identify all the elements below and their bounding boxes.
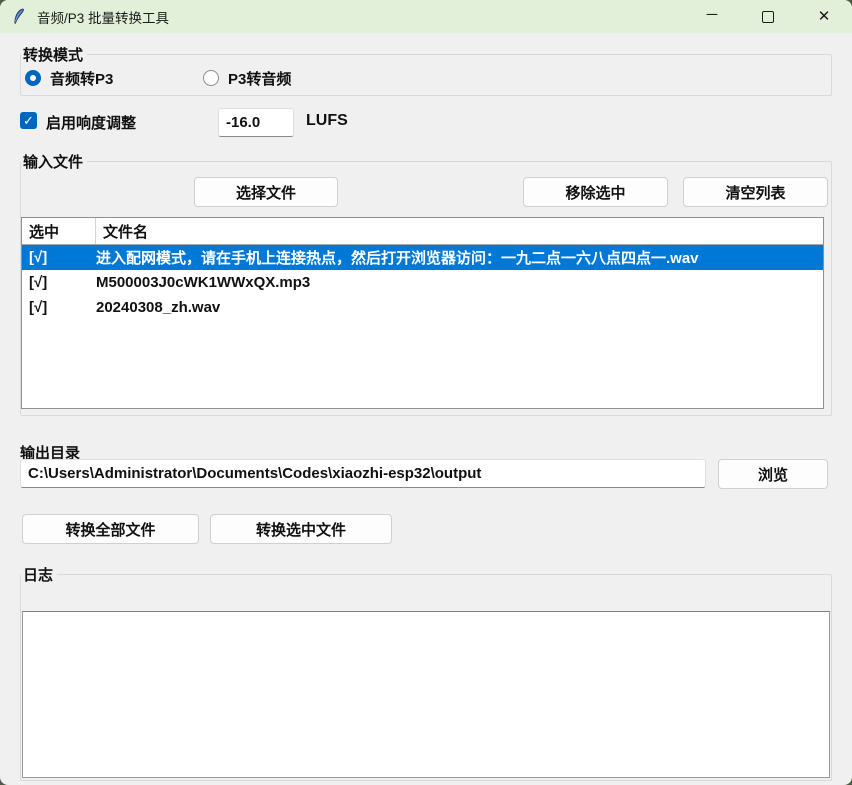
file-name-cell: 进入配网模式，请在手机上连接热点，然后打开浏览器访问：一九二点一六八点四点一.w… bbox=[96, 247, 823, 268]
column-header-checked[interactable]: 选中 bbox=[22, 218, 96, 244]
browse-button[interactable]: 浏览 bbox=[718, 459, 828, 489]
file-checked-cell: [√] bbox=[22, 274, 96, 291]
close-button[interactable]: ✕ bbox=[796, 0, 852, 33]
radio-unselected-icon bbox=[203, 70, 219, 86]
minimize-icon: ─ bbox=[707, 7, 718, 22]
app-window: 音频/P3 批量转换工具 ─ ✕ 转换模式 音频转P3 P3转音频 ✓ 启用响度… bbox=[0, 0, 852, 785]
output-dir-input[interactable] bbox=[20, 459, 706, 488]
file-row[interactable]: [√] 进入配网模式，请在手机上连接热点，然后打开浏览器访问：一九二点一六八点四… bbox=[22, 245, 823, 270]
tk-feather-icon bbox=[11, 8, 28, 25]
remove-selected-button[interactable]: 移除选中 bbox=[523, 177, 668, 207]
select-files-button[interactable]: 选择文件 bbox=[194, 177, 338, 207]
file-list-table: 选中 文件名 [√] 进入配网模式，请在手机上连接热点，然后打开浏览器访问：一九… bbox=[21, 217, 824, 409]
title-bar: 音频/P3 批量转换工具 ─ ✕ bbox=[0, 0, 852, 33]
minimize-button[interactable]: ─ bbox=[684, 0, 740, 33]
file-row[interactable]: [√] 20240308_zh.wav bbox=[22, 295, 823, 320]
convert-selected-button[interactable]: 转换选中文件 bbox=[210, 514, 392, 544]
lufs-input[interactable] bbox=[218, 108, 294, 137]
check-icon: ✓ bbox=[23, 113, 34, 129]
file-checked-cell: [√] bbox=[22, 299, 96, 316]
radio-p3-to-audio[interactable]: P3转音频 bbox=[203, 69, 291, 87]
log-label: 日志 bbox=[21, 564, 57, 585]
input-files-label: 输入文件 bbox=[21, 151, 87, 172]
log-groupbox: 日志 bbox=[20, 564, 832, 781]
mode-group-label: 转换模式 bbox=[21, 44, 87, 65]
radio-selected-icon bbox=[25, 70, 41, 86]
clear-list-button[interactable]: 清空列表 bbox=[683, 177, 828, 207]
loudness-checkbox-label[interactable]: 启用响度调整 bbox=[46, 112, 136, 133]
convert-all-button[interactable]: 转换全部文件 bbox=[22, 514, 199, 544]
maximize-button[interactable] bbox=[740, 0, 796, 33]
lufs-unit-label: LUFS bbox=[306, 112, 348, 130]
column-header-filename[interactable]: 文件名 bbox=[96, 218, 823, 244]
close-icon: ✕ bbox=[818, 9, 831, 24]
loudness-checkbox[interactable]: ✓ bbox=[20, 112, 37, 129]
file-row[interactable]: [√] M500003J0cWK1WWxQX.mp3 bbox=[22, 270, 823, 295]
window-title: 音频/P3 批量转换工具 bbox=[37, 7, 169, 27]
log-textarea[interactable] bbox=[22, 611, 830, 778]
file-list-header: 选中 文件名 bbox=[22, 218, 823, 245]
file-name-cell: M500003J0cWK1WWxQX.mp3 bbox=[96, 274, 823, 291]
file-checked-cell: [√] bbox=[22, 249, 96, 266]
mode-groupbox: 转换模式 bbox=[20, 44, 832, 96]
file-name-cell: 20240308_zh.wav bbox=[96, 299, 823, 316]
maximize-icon bbox=[762, 11, 774, 23]
radio-audio-to-p3[interactable]: 音频转P3 bbox=[25, 69, 113, 87]
